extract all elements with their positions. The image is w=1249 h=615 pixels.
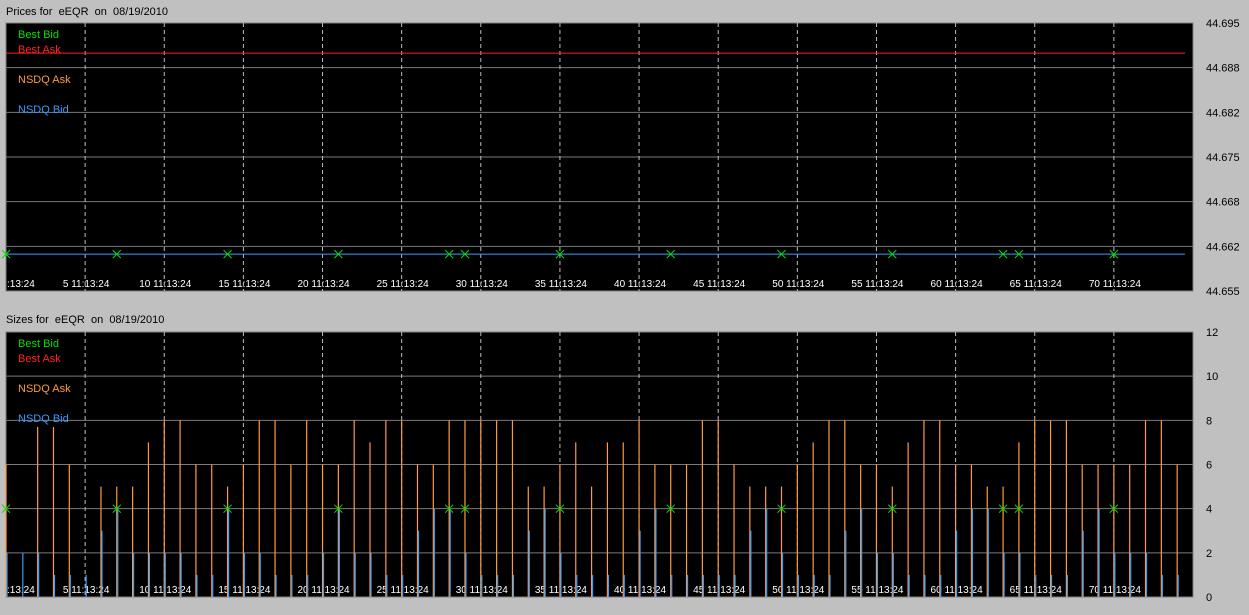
x-tick-label: 50 11:13:24 xyxy=(772,279,825,290)
legend-item: NSDQ Bid xyxy=(18,413,69,425)
y-tick-label: 44.655 xyxy=(1206,286,1240,298)
y-tick-label: 6 xyxy=(1206,460,1212,472)
x-tick-label: 65 11:13:24 xyxy=(1010,279,1063,290)
y-tick-label: 44.662 xyxy=(1206,241,1240,253)
legend-item: NSDQ Bid xyxy=(18,104,69,116)
x-tick-label: :13:24 xyxy=(7,279,35,290)
legend-item: Best Ask xyxy=(18,44,61,56)
x-tick-label: 60 11:13:24 xyxy=(931,279,984,290)
y-tick-label: 44.675 xyxy=(1206,152,1240,164)
x-tick-label: 5 11:13:24 xyxy=(63,279,110,290)
y-tick-label: 12 xyxy=(1206,327,1218,339)
legend-item: Best Bid xyxy=(18,338,59,350)
y-tick-label: 10 xyxy=(1206,371,1218,383)
x-tick-label: 25 11:13:24 xyxy=(377,279,430,290)
y-tick-label: 4 xyxy=(1206,504,1212,516)
x-tick-label: 10 11:13:24 xyxy=(139,279,192,290)
legend-item: NSDQ Ask xyxy=(18,383,71,395)
y-tick-label: 44.668 xyxy=(1206,197,1240,209)
x-tick-label: 15 11:13:24 xyxy=(218,279,271,290)
y-tick-label: 2 xyxy=(1206,548,1212,560)
x-tick-label: 20 11:13:24 xyxy=(297,279,350,290)
x-tick-label: :13:24 xyxy=(7,585,35,596)
legend-item: NSDQ Ask xyxy=(18,74,71,86)
x-tick-label: 45 11:13:24 xyxy=(693,279,746,290)
sizes-panel: Sizes for eEQR on 08/19/2010 12 10 8 6 4 2 0:1… xyxy=(0,308,1249,615)
y-tick-label: 0 xyxy=(1206,592,1212,604)
x-tick-label: 70 11:13:24 xyxy=(1089,279,1142,290)
y-tick-label: 44.682 xyxy=(1206,107,1240,119)
x-tick-label: 55 11:13:24 xyxy=(851,279,904,290)
legend-item: Best Ask xyxy=(18,353,61,365)
y-tick-label: 8 xyxy=(1206,415,1212,427)
y-tick-label: 44.695 xyxy=(1206,18,1240,30)
prices-panel: Prices for eEQR on 08/19/2010 44.695 44.6… xyxy=(0,0,1249,308)
prices-chart: 44.695 44.688 44.682 44.675 44.668 44.662 44.6… xyxy=(1,18,1240,298)
y-tick-label: 44.688 xyxy=(1206,63,1240,75)
x-tick-label: 30 11:13:24 xyxy=(456,279,509,290)
sizes-chart: 121086420:13:24 5 11:13:24 10 11:13:24 15 1… xyxy=(1,327,1218,604)
x-tick-label: 35 11:13:24 xyxy=(535,279,588,290)
legend-item: Best Bid xyxy=(18,29,59,41)
x-tick-label: 40 11:13:24 xyxy=(614,279,667,290)
